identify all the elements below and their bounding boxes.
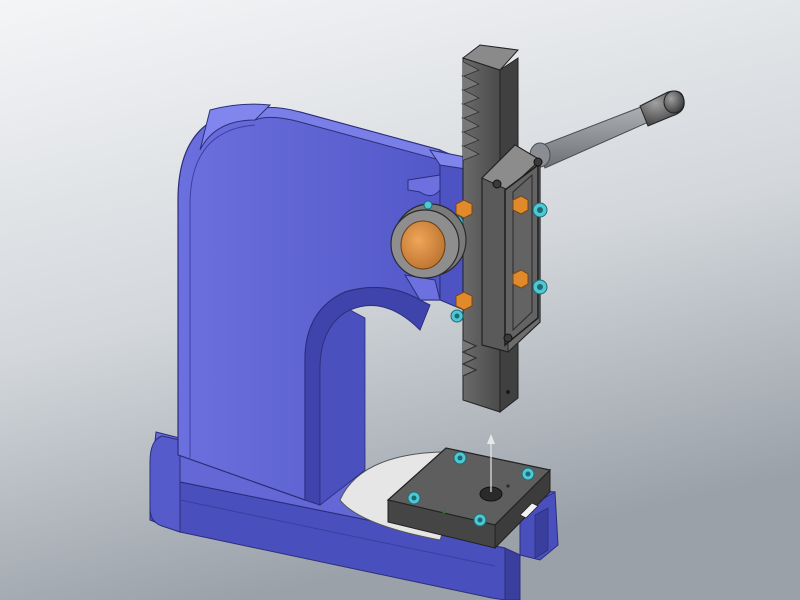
cad-viewport <box>0 0 800 600</box>
press-drawing <box>0 0 800 600</box>
